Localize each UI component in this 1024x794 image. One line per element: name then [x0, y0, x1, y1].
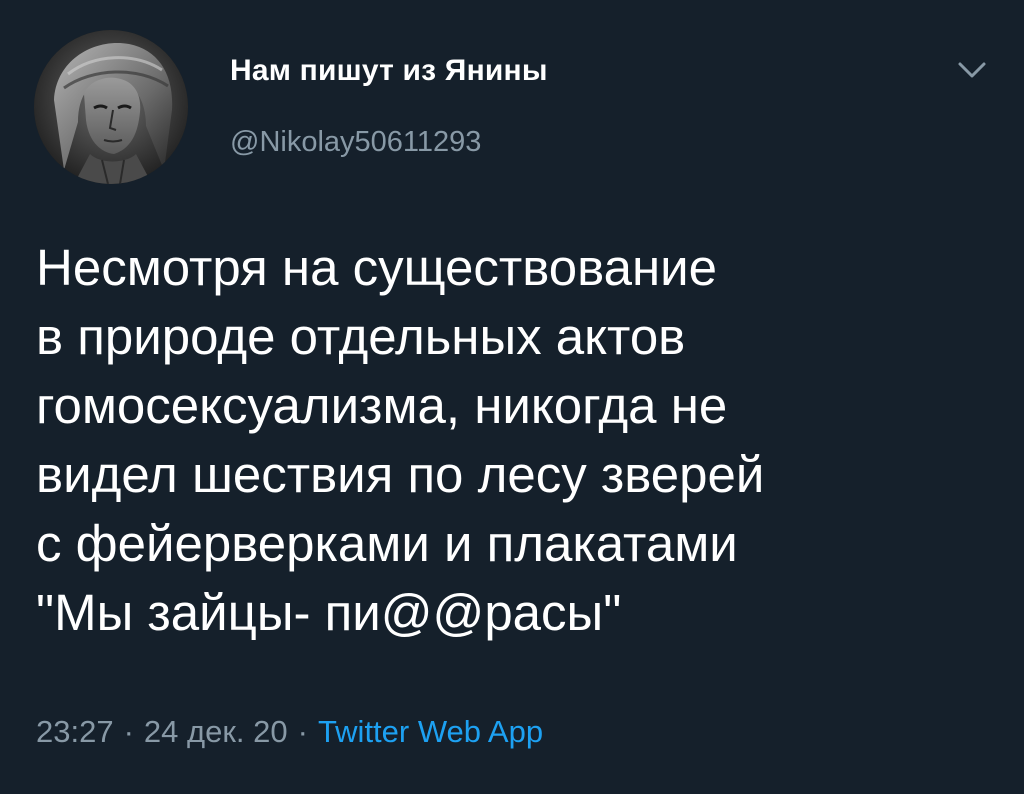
- tweet-card: Нам пишут из Янины @Nikolay50611293 Несм…: [0, 0, 1024, 794]
- meta-separator: ·: [297, 714, 308, 749]
- author-display-name[interactable]: Нам пишут из Янины: [230, 54, 548, 88]
- tweet-source-link[interactable]: Twitter Web App: [318, 714, 543, 749]
- tweet-text: Несмотря на существование в природе отде…: [36, 233, 996, 647]
- chevron-down-icon[interactable]: [952, 54, 992, 88]
- tweet-text-line: Несмотря на существование: [36, 239, 718, 296]
- tweet-time[interactable]: 23:27: [36, 714, 114, 749]
- tweet-text-line: в природе отдельных актов: [36, 308, 686, 365]
- tweet-text-line: "Мы зайцы- пи@@расы": [36, 584, 622, 641]
- tweet-date[interactable]: 24 дек. 20: [144, 714, 288, 749]
- author-avatar[interactable]: [34, 30, 188, 184]
- tweet-text-line: видел шествия по лесу зверей: [36, 446, 765, 503]
- author-handle[interactable]: @Nikolay50611293: [230, 126, 481, 159]
- tweet-text-line: гомосексуализма, никогда не: [36, 377, 728, 434]
- tweet-text-line: с фейерверками и плакатами: [36, 515, 738, 572]
- meta-separator: ·: [123, 714, 134, 749]
- avatar-portrait-icon: [34, 30, 188, 184]
- tweet-meta: 23:27 · 24 дек. 20 · Twitter Web App: [36, 714, 543, 750]
